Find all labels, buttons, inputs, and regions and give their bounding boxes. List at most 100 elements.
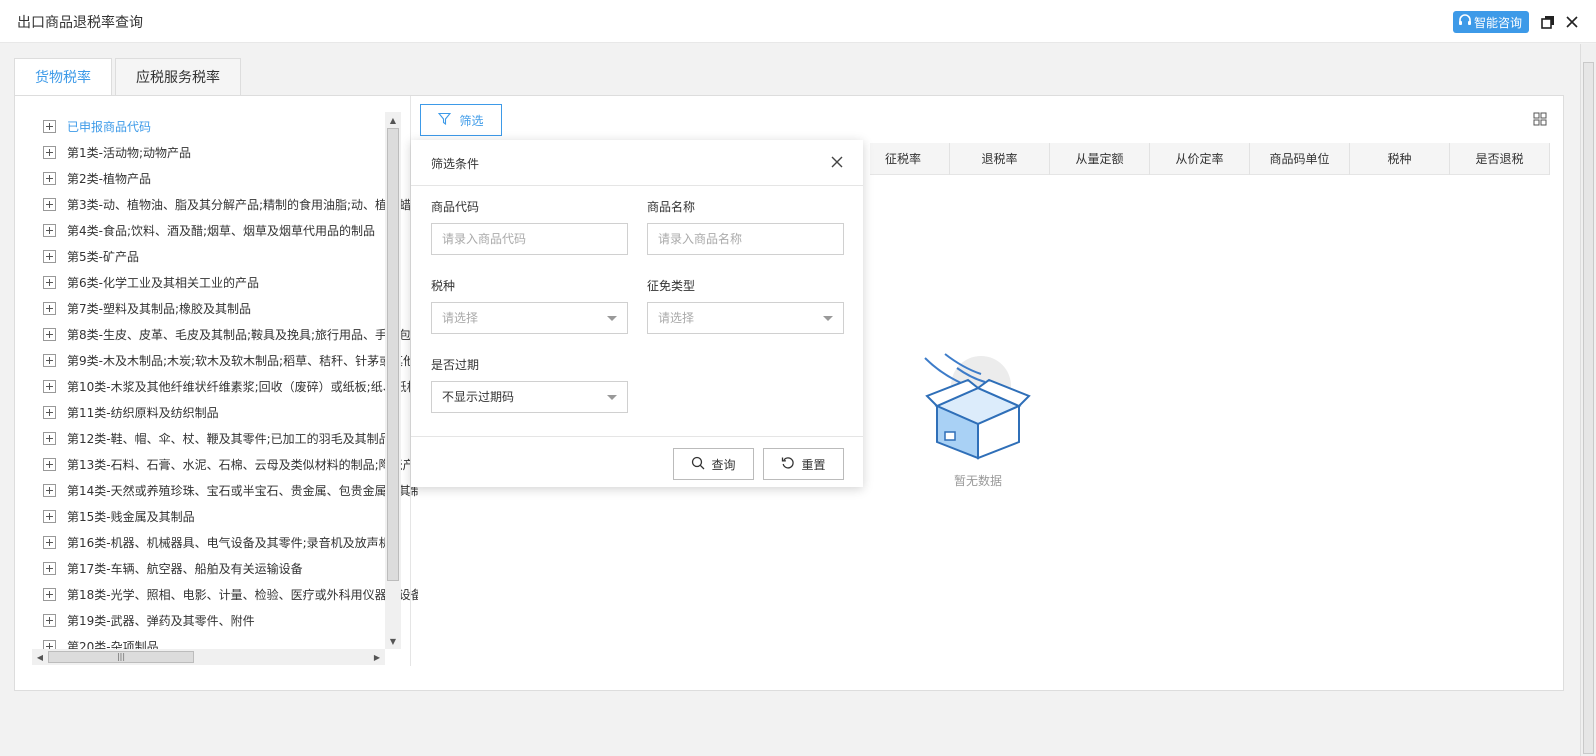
column-header[interactable]: 征税率 — [870, 143, 950, 175]
tree-item-label[interactable]: 第2类-植物产品 — [67, 170, 151, 187]
tree-item[interactable]: 第17类-车辆、航空器、船舶及有关运输设备 — [32, 558, 303, 578]
tree-item[interactable]: 第6类-化学工业及其相关工业的产品 — [32, 272, 259, 292]
tree-item[interactable]: 第15类-贱金属及其制品 — [32, 506, 195, 526]
tree-item[interactable]: 第3类-动、植物油、脂及其分解产品;精制的食用油脂;动、植物蜡 — [32, 194, 411, 214]
exemption-type-select[interactable]: 请选择 — [647, 302, 844, 334]
tree-item[interactable]: 第11类-纺织原料及纺织制品 — [32, 402, 219, 422]
filter-button[interactable]: 筛选 — [420, 104, 502, 136]
expand-icon[interactable] — [43, 275, 56, 289]
tree-item[interactable]: 第8类-生皮、皮革、毛皮及其制品;鞍具及挽具;旅行用品、手提包 — [32, 324, 411, 344]
expand-icon[interactable] — [43, 145, 56, 159]
tax-type-select-value: 请选择 — [442, 311, 479, 325]
tree-item-label[interactable]: 第14类-天然或养殖珍珠、宝石或半宝石、贵金属、包贵金属及其制品 — [67, 482, 418, 499]
product-name-input[interactable]: 请录入商品名称 — [647, 223, 844, 255]
scroll-left-arrow-icon[interactable]: ◀ — [32, 649, 48, 665]
tree-item-label[interactable]: 第8类-生皮、皮革、毛皮及其制品;鞍具及挽具;旅行用品、手提包 — [67, 326, 411, 343]
reset-button[interactable]: 重置 — [763, 448, 844, 480]
tree-item-label[interactable]: 第7类-塑料及其制品;橡胶及其制品 — [67, 300, 251, 317]
tree-item-label[interactable]: 第16类-机器、机械器具、电气设备及其零件;录音机及放声机 — [67, 534, 391, 551]
expand-icon[interactable] — [43, 457, 56, 471]
tree-item[interactable]: 第5类-矿产品 — [32, 246, 139, 266]
tree-horizontal-scrollbar[interactable]: ◀ ||| ▶ — [32, 649, 385, 665]
restore-window-icon[interactable] — [1539, 13, 1557, 31]
expand-icon[interactable] — [43, 379, 56, 393]
tree-item[interactable]: 第10类-木浆及其他纤维状纤维素浆;回收（废碎）或纸板;纸、纸板及其制品 — [32, 376, 418, 396]
window-title: 出口商品退税率查询 — [17, 15, 143, 31]
tree-item[interactable]: 第14类-天然或养殖珍珠、宝石或半宝石、贵金属、包贵金属及其制品 — [32, 480, 418, 500]
tree-item-declared-codes[interactable]: 已申报商品代码 — [32, 116, 151, 136]
expand-icon[interactable] — [43, 249, 56, 263]
tree-item-label[interactable]: 第4类-食品;饮料、酒及醋;烟草、烟草及烟草代用品的制品 — [67, 222, 375, 239]
query-button[interactable]: 查询 — [673, 448, 754, 480]
tree-item-label[interactable]: 第15类-贱金属及其制品 — [67, 508, 195, 525]
tree-item-label[interactable]: 第12类-鞋、帽、伞、杖、鞭及其零件;已加工的羽毛及其制品 — [67, 430, 391, 447]
tree-item[interactable]: 第19类-武器、弹药及其零件、附件 — [32, 610, 255, 630]
column-header[interactable]: 退税率 — [950, 143, 1050, 175]
filter-popup-title: 筛选条件 — [431, 157, 480, 171]
expired-select-value: 不显示过期码 — [442, 390, 515, 404]
close-icon[interactable] — [1563, 13, 1581, 31]
tree-item-label[interactable]: 第1类-活动物;动物产品 — [67, 144, 191, 161]
exemption-type-select-value: 请选择 — [658, 311, 695, 325]
chevron-down-icon — [607, 395, 617, 400]
tree-item-label[interactable]: 第6类-化学工业及其相关工业的产品 — [67, 274, 259, 291]
expand-icon[interactable] — [43, 561, 56, 575]
column-header[interactable]: 是否退税 — [1450, 143, 1550, 175]
tree-item[interactable]: 第7类-塑料及其制品;橡胶及其制品 — [32, 298, 251, 318]
tree-item[interactable]: 第9类-木及木制品;木炭;软木及软木制品;稻草、秸秆、针茅或其他编结材料制品 — [32, 350, 418, 370]
expand-icon[interactable] — [43, 405, 56, 419]
tree-item[interactable]: 第18类-光学、照相、电影、计量、检验、医疗或外科用仪器及设备 — [32, 584, 418, 604]
expired-select[interactable]: 不显示过期码 — [431, 381, 628, 413]
expand-icon[interactable] — [43, 197, 56, 211]
close-icon[interactable] — [829, 154, 845, 170]
column-header[interactable]: 从价定率 — [1150, 143, 1250, 175]
tree-item[interactable]: 第12类-鞋、帽、伞、杖、鞭及其零件;已加工的羽毛及其制品 — [32, 428, 391, 448]
tree-vertical-scroll-thumb[interactable] — [387, 128, 399, 581]
page-scrollbar-thumb[interactable] — [1583, 62, 1594, 754]
tree-horizontal-scroll-thumb[interactable]: ||| — [48, 651, 194, 663]
tree-item-label[interactable]: 第13类-石料、石膏、水泥、石棉、云母及类似材料的制品;陶瓷产品 — [67, 456, 418, 473]
tree-item[interactable]: 第1类-活动物;动物产品 — [32, 142, 191, 162]
page-scrollbar[interactable] — [1580, 44, 1596, 756]
product-code-input[interactable]: 请录入商品代码 — [431, 223, 628, 255]
tree-item-label[interactable]: 第10类-木浆及其他纤维状纤维素浆;回收（废碎）或纸板;纸、纸板及其制品 — [67, 378, 418, 395]
expand-icon[interactable] — [43, 483, 56, 497]
tree-item-label[interactable]: 第18类-光学、照相、电影、计量、检验、医疗或外科用仪器及设备 — [67, 586, 418, 603]
expand-icon[interactable] — [43, 613, 56, 627]
expand-icon[interactable] — [43, 171, 56, 185]
tree-item[interactable]: 第16类-机器、机械器具、电气设备及其零件;录音机及放声机 — [32, 532, 391, 552]
scroll-up-arrow-icon[interactable]: ▲ — [385, 112, 401, 128]
tree-item[interactable]: 第2类-植物产品 — [32, 168, 151, 188]
scroll-down-arrow-icon[interactable]: ▼ — [385, 633, 401, 649]
column-header[interactable]: 从量定额 — [1050, 143, 1150, 175]
chevron-down-icon — [823, 316, 833, 321]
tree-item-label[interactable]: 第19类-武器、弹药及其零件、附件 — [67, 612, 255, 629]
expand-icon[interactable] — [43, 509, 56, 523]
column-settings-icon[interactable] — [1533, 112, 1547, 126]
tree-item-label[interactable]: 第3类-动、植物油、脂及其分解产品;精制的食用油脂;动、植物蜡 — [67, 196, 411, 213]
expand-icon[interactable] — [43, 431, 56, 445]
expand-icon[interactable] — [43, 535, 56, 549]
expand-icon[interactable] — [43, 119, 56, 133]
expand-icon[interactable] — [43, 327, 56, 341]
column-header[interactable]: 商品码单位 — [1250, 143, 1350, 175]
search-icon — [691, 456, 705, 473]
tree-item-label[interactable]: 第5类-矿产品 — [67, 248, 139, 265]
expand-icon[interactable] — [43, 223, 56, 237]
expand-icon[interactable] — [43, 353, 56, 367]
tax-type-select[interactable]: 请选择 — [431, 302, 628, 334]
tab-service-tax-rate[interactable]: 应税服务税率 — [115, 58, 241, 96]
tab-goods-tax-rate[interactable]: 货物税率 — [14, 58, 112, 97]
scroll-right-arrow-icon[interactable]: ▶ — [369, 649, 385, 665]
tree-item-label[interactable]: 第17类-车辆、航空器、船舶及有关运输设备 — [67, 560, 303, 577]
smart-consult-button[interactable]: 智能咨询 — [1453, 11, 1529, 33]
tree-vertical-scrollbar[interactable]: ▲ ▼ — [385, 112, 401, 649]
tree-item-label[interactable]: 第9类-木及木制品;木炭;软木及软木制品;稻草、秸秆、针茅或其他编结材料制品 — [67, 352, 418, 369]
expand-icon[interactable] — [43, 301, 56, 315]
expand-icon[interactable] — [43, 587, 56, 601]
tree-item-label[interactable]: 已申报商品代码 — [67, 118, 151, 135]
tree-item[interactable]: 第13类-石料、石膏、水泥、石棉、云母及类似材料的制品;陶瓷产品 — [32, 454, 418, 474]
tree-item[interactable]: 第4类-食品;饮料、酒及醋;烟草、烟草及烟草代用品的制品 — [32, 220, 375, 240]
column-header[interactable]: 税种 — [1350, 143, 1450, 175]
tree-item-label[interactable]: 第11类-纺织原料及纺织制品 — [67, 404, 219, 421]
